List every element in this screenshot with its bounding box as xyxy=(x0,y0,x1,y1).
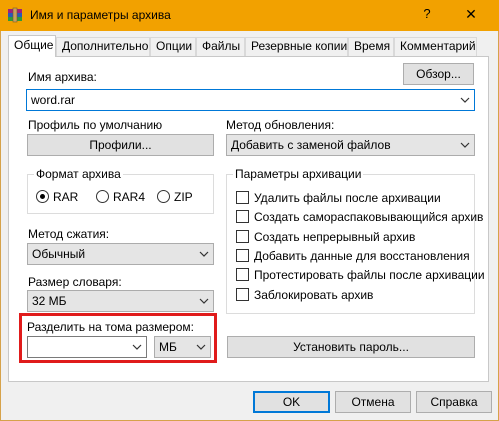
tab-options[interactable]: Опции xyxy=(150,37,196,56)
delete-files-label: Удалить файлы после архивации xyxy=(254,191,441,205)
split-label: Разделить на тома размером: xyxy=(27,320,194,334)
test-files-label: Протестировать файлы после архивации xyxy=(254,268,485,282)
profile-label: Профиль по умолчанию xyxy=(28,118,163,132)
tab-comment[interactable]: Комментарий xyxy=(394,37,477,56)
cancel-button[interactable]: Отмена xyxy=(335,391,411,413)
dictionary-label: Размер словаря: xyxy=(28,275,122,289)
set-password-button[interactable]: Установить пароль... xyxy=(227,336,475,358)
browse-button[interactable]: Обзор... xyxy=(403,63,474,85)
help-title-button[interactable]: ? xyxy=(415,4,439,24)
close-button[interactable]: ✕ xyxy=(456,4,486,24)
chevron-down-icon xyxy=(460,142,470,148)
ok-button[interactable]: OK xyxy=(253,391,330,413)
chevron-down-icon xyxy=(199,298,209,304)
delete-files-checkbox[interactable] xyxy=(236,191,249,204)
tab-advanced[interactable]: Дополнительно xyxy=(56,37,150,56)
window-title: Имя и параметры архива xyxy=(30,8,171,22)
dictionary-value: 32 МБ xyxy=(32,294,67,308)
title-bar: Имя и параметры архива ? ✕ xyxy=(0,0,499,31)
format-zip-label: ZIP xyxy=(174,190,193,204)
create-sfx-checkbox[interactable] xyxy=(236,210,249,223)
format-zip-radio[interactable] xyxy=(157,190,170,203)
compression-value: Обычный xyxy=(32,247,86,261)
split-unit-value: МБ xyxy=(159,340,177,354)
update-method-select[interactable]: Добавить с заменой файлов xyxy=(226,134,475,156)
create-solid-label: Создать непрерывный архив xyxy=(254,230,416,244)
tab-files[interactable]: Файлы xyxy=(196,37,245,56)
lock-archive-checkbox[interactable] xyxy=(236,288,249,301)
update-method-label: Метод обновления: xyxy=(226,118,335,132)
split-size-input[interactable] xyxy=(27,336,147,358)
chevron-down-icon[interactable] xyxy=(456,90,474,110)
archive-name-input[interactable]: word.rar xyxy=(26,89,475,111)
compression-select[interactable]: Обычный xyxy=(27,243,214,265)
help-button[interactable]: Справка xyxy=(416,391,492,413)
archive-name-value: word.rar xyxy=(31,93,76,107)
chevron-down-icon xyxy=(199,251,209,257)
format-rar4-label: RAR4 xyxy=(113,190,146,204)
archive-name-label: Имя архива: xyxy=(28,70,97,84)
dictionary-select[interactable]: 32 МБ xyxy=(27,290,214,312)
add-recovery-label: Добавить данные для восстановления xyxy=(254,249,470,263)
test-files-checkbox[interactable] xyxy=(236,268,249,281)
tab-general[interactable]: Общие xyxy=(8,35,56,57)
create-solid-checkbox[interactable] xyxy=(236,230,249,243)
add-recovery-checkbox[interactable] xyxy=(236,249,249,262)
archive-format-title: Формат архива xyxy=(34,167,123,181)
chevron-down-icon[interactable] xyxy=(128,337,146,357)
tab-time[interactable]: Время xyxy=(348,37,394,56)
winrar-app-icon xyxy=(8,7,22,23)
format-rar-label: RAR xyxy=(53,190,79,204)
update-method-value: Добавить с заменой файлов xyxy=(231,138,391,152)
format-rar4-radio[interactable] xyxy=(96,190,109,203)
lock-archive-label: Заблокировать архив xyxy=(254,288,374,302)
chevron-down-icon xyxy=(196,344,206,350)
tab-backup[interactable]: Резервные копии xyxy=(245,37,348,56)
format-rar-radio[interactable] xyxy=(36,190,49,203)
archive-params-title: Параметры архивации xyxy=(233,167,364,181)
create-sfx-label: Создать самораспаковывающийся архив xyxy=(254,210,484,224)
split-unit-select[interactable]: МБ xyxy=(154,336,211,358)
compression-label: Метод сжатия: xyxy=(28,227,110,241)
profiles-button[interactable]: Профили... xyxy=(27,134,214,156)
